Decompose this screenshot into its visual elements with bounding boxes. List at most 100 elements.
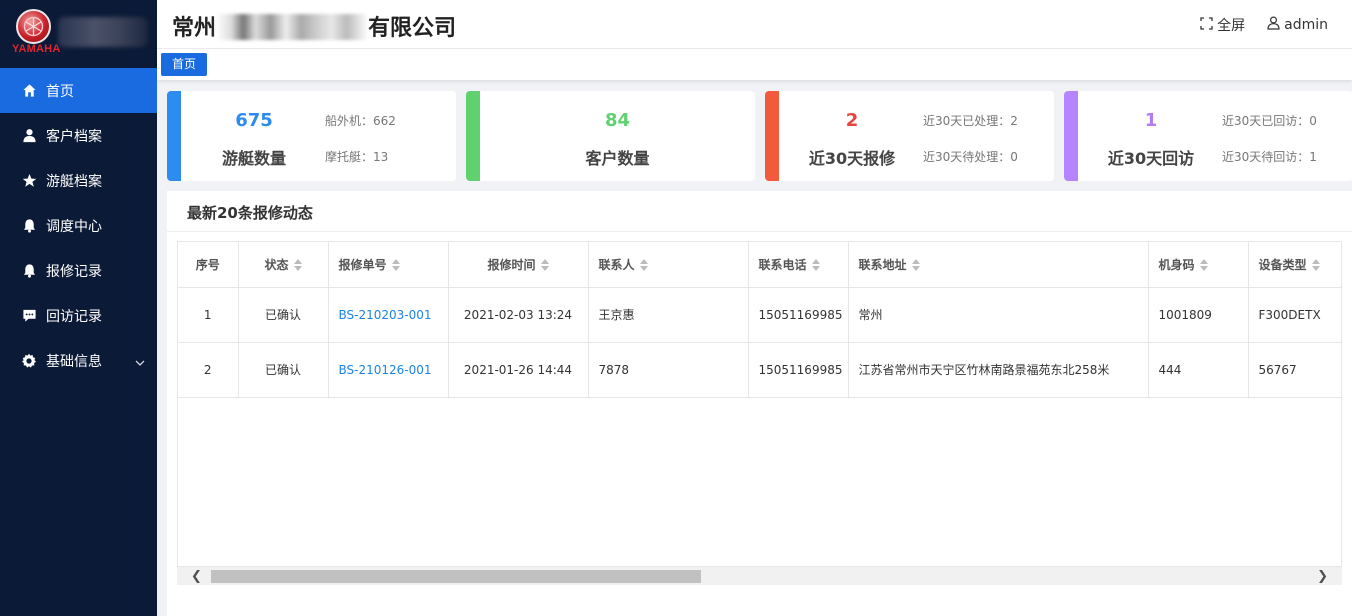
repairs-table-container: 序号 状态 报修单号 报修时间 联系人 联系电话 联系地址 机身码 设备类型 1…: [177, 241, 1342, 585]
sort-icon[interactable]: [639, 259, 648, 272]
stat-sub-line: 近30天待处理：0: [923, 150, 1018, 164]
recent-repairs-panel: 最新20条报修动态 序号 状态 报修单号 报修时间 联系人 联系电话 联系地址 …: [167, 191, 1352, 616]
sidebar-item-dispatch[interactable]: 调度中心: [0, 203, 157, 248]
logo-text: YAMAHA: [12, 43, 61, 55]
stat-label: 游艇数量: [221, 149, 286, 168]
panel-title: 最新20条报修动态: [187, 204, 313, 222]
company-name-prefix: 常州: [172, 15, 217, 40]
sidebar-item-label: 回访记录: [46, 308, 102, 325]
scrollbar-thumb[interactable]: [211, 570, 701, 583]
star-icon: [21, 173, 37, 189]
stat-value: 675: [235, 110, 273, 131]
user-menu-button[interactable]: admin: [1267, 16, 1328, 34]
sidebar-item-customers[interactable]: 客户档案: [0, 113, 157, 158]
redacted-brand-name: [58, 17, 148, 47]
table-row[interactable]: 1 已确认 BS-210203-001 2021-02-03 13:24 王京惠…: [178, 287, 1341, 343]
table-header-row: 序号 状态 报修单号 报修时间 联系人 联系电话 联系地址 机身码 设备类型: [178, 242, 1341, 288]
cell-device-type: F300DETX: [1248, 287, 1341, 343]
cell-status: 已确认: [238, 287, 329, 343]
column-header[interactable]: 联系地址: [848, 242, 1149, 288]
cell-device-type: 56767: [1248, 342, 1341, 398]
card-accent-bar: [765, 91, 779, 181]
sort-icon[interactable]: [293, 259, 302, 272]
company-name: 常州 有限公司: [172, 10, 456, 42]
stat-card-repairs: 2 近30天报修 近30天已处理：2 近30天待处理：0: [765, 91, 1054, 181]
repair-order-link[interactable]: BS-210203-001: [328, 287, 449, 343]
stat-sub-line: 摩托艇：13: [325, 150, 389, 164]
sidebar-menu: 首页 客户档案 游艇档案 调度中心 报修记录 回访记录 基础信息: [0, 68, 157, 383]
cell-time: 2021-01-26 14:44: [448, 342, 589, 398]
sidebar-item-label: 调度中心: [46, 218, 102, 235]
cell-time: 2021-02-03 13:24: [448, 287, 589, 343]
sidebar-item-basic-info[interactable]: 基础信息: [0, 338, 157, 383]
cell-contact: 王京惠: [588, 287, 749, 343]
column-header[interactable]: 序号: [178, 242, 239, 288]
redacted-company-name: [216, 14, 369, 40]
stat-value: 2: [845, 110, 859, 131]
column-header[interactable]: 联系电话: [748, 242, 849, 288]
cell-serial: 1001809: [1148, 287, 1249, 343]
column-header[interactable]: 报修单号: [328, 242, 449, 288]
sidebar-item-yachts[interactable]: 游艇档案: [0, 158, 157, 203]
sidebar: YAMAHA 首页 客户档案 游艇档案 调度中心 报修记录 回访记录 基础信息: [0, 0, 157, 616]
bell-icon: [21, 218, 37, 234]
stat-label: 近30天报修: [808, 149, 896, 168]
user-icon: [1267, 16, 1280, 34]
top-header: 常州 有限公司 全屏 admin: [157, 0, 1352, 49]
card-accent-bar: [167, 91, 181, 181]
sidebar-item-label: 基础信息: [46, 353, 102, 370]
panel-divider: [167, 231, 1352, 232]
company-name-suffix: 有限公司: [368, 15, 457, 40]
tab-home[interactable]: 首页: [161, 53, 208, 76]
cell-address: 常州: [848, 287, 1149, 343]
chevron-down-icon: [135, 354, 145, 370]
repairs-table: 序号 状态 报修单号 报修时间 联系人 联系电话 联系地址 机身码 设备类型 1…: [178, 242, 1341, 398]
scroll-right-arrow-icon[interactable]: ❯: [1317, 569, 1328, 584]
column-header[interactable]: 机身码: [1148, 242, 1249, 288]
sidebar-item-home[interactable]: 首页: [0, 68, 157, 113]
cell-index: 2: [178, 342, 239, 398]
header-actions: 全屏 admin: [1200, 15, 1328, 35]
column-header[interactable]: 状态: [238, 242, 329, 288]
scroll-left-arrow-icon[interactable]: ❮: [191, 569, 202, 584]
bell-icon: [21, 263, 37, 279]
column-header[interactable]: 联系人: [588, 242, 749, 288]
horizontal-scrollbar[interactable]: ❮ ❯: [177, 566, 1342, 585]
sidebar-item-followups[interactable]: 回访记录: [0, 293, 157, 338]
sort-icon[interactable]: [391, 259, 400, 272]
cell-serial: 444: [1148, 342, 1249, 398]
sort-icon[interactable]: [540, 259, 549, 272]
sidebar-item-label: 游艇档案: [46, 173, 102, 190]
tab-bar: 首页: [157, 49, 1352, 80]
user-icon: [21, 128, 37, 144]
sidebar-item-repairs[interactable]: 报修记录: [0, 248, 157, 293]
stat-card-yachts: 675 游艇数量 船外机：662 摩托艇：13: [167, 91, 456, 181]
stat-label: 近30天回访: [1107, 149, 1195, 168]
stat-card-followups: 1 近30天回访 近30天已回访：0 近30天待回访：1: [1064, 91, 1352, 181]
table-row[interactable]: 2 已确认 BS-210126-001 2021-01-26 14:44 787…: [178, 342, 1341, 398]
sort-icon[interactable]: [1311, 259, 1320, 272]
user-name: admin: [1284, 17, 1328, 33]
stat-sub-line: 近30天已处理：2: [923, 114, 1018, 128]
column-header[interactable]: 设备类型: [1248, 242, 1341, 288]
stat-sub-line: 船外机：662: [325, 114, 396, 128]
sort-icon[interactable]: [1199, 259, 1208, 272]
column-header[interactable]: 报修时间: [448, 242, 589, 288]
sidebar-item-label: 报修记录: [46, 263, 102, 280]
cell-index: 1: [178, 287, 239, 343]
yamaha-logo-icon: [16, 9, 51, 44]
repair-order-link[interactable]: BS-210126-001: [328, 342, 449, 398]
cell-phone: 15051169985: [748, 342, 849, 398]
fullscreen-button[interactable]: 全屏: [1200, 15, 1245, 35]
card-accent-bar: [1064, 91, 1078, 181]
stat-value: 1: [1144, 110, 1158, 131]
sort-icon[interactable]: [911, 259, 920, 272]
fullscreen-label: 全屏: [1217, 18, 1246, 34]
chat-icon: [21, 308, 37, 324]
cell-address: 江苏省常州市天宁区竹林南路景福苑东北258米: [848, 342, 1149, 398]
stat-sub-line: 近30天待回访：1: [1222, 150, 1317, 164]
sort-icon[interactable]: [811, 259, 820, 272]
fullscreen-icon: [1200, 16, 1213, 34]
gear-icon: [21, 353, 37, 369]
stat-label: 客户数量: [585, 149, 650, 168]
